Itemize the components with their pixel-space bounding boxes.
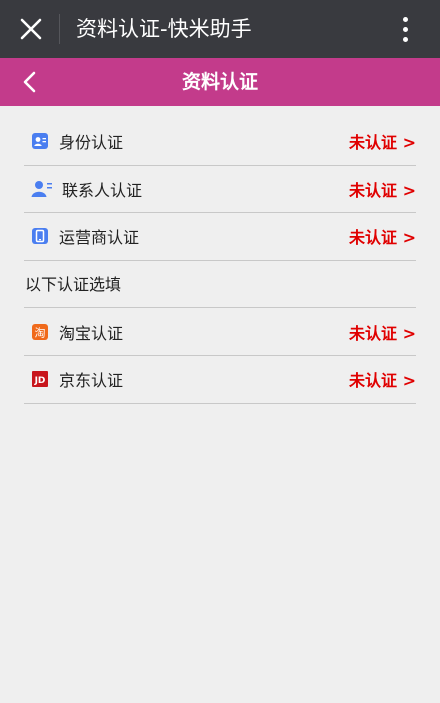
verification-list: 身份认证 未认证 > 联系人认证 未认证 > 运营商认证 未认证 > 以下认证选…	[24, 118, 416, 404]
phone-icon	[31, 227, 49, 245]
list-item-taobao[interactable]: 淘 淘宝认证 未认证 >	[24, 308, 416, 356]
status-link[interactable]: 未认证 >	[349, 367, 416, 391]
page-header: 资料认证	[0, 58, 440, 106]
list-item-label: 淘宝认证	[59, 323, 124, 343]
list-item-label: 运营商认证	[59, 228, 140, 248]
status-link[interactable]: 未认证 >	[349, 177, 416, 201]
status-link[interactable]: 未认证 >	[349, 129, 416, 153]
more-dot-icon	[402, 36, 408, 42]
jd-icon: JD	[31, 370, 49, 388]
webview-title: 资料认证-快米助手	[76, 17, 252, 41]
chevron-left-icon	[23, 71, 36, 93]
more-options-button[interactable]	[388, 12, 422, 46]
list-item-label: 联系人认证	[62, 180, 143, 200]
svg-text:JD: JD	[34, 376, 46, 386]
id-card-icon	[31, 132, 49, 150]
svg-text:淘: 淘	[35, 326, 46, 339]
more-dot-icon	[402, 26, 408, 32]
back-button[interactable]	[12, 64, 48, 100]
taobao-icon: 淘	[31, 323, 49, 341]
status-link[interactable]: 未认证 >	[349, 320, 416, 344]
close-icon	[20, 18, 42, 40]
topbar-divider	[59, 14, 60, 44]
optional-section-title: 以下认证选填	[24, 261, 416, 309]
status-link[interactable]: 未认证 >	[349, 224, 416, 248]
list-item-contacts[interactable]: 联系人认证 未认证 >	[24, 166, 416, 214]
webview-topbar: 资料认证-快米助手	[0, 0, 440, 58]
list-item-identity[interactable]: 身份认证 未认证 >	[24, 118, 416, 166]
close-button[interactable]	[14, 12, 48, 46]
contact-icon	[31, 180, 53, 198]
page-title: 资料认证	[181, 71, 258, 93]
list-item-label: 身份认证	[59, 133, 124, 153]
list-item-carrier[interactable]: 运营商认证 未认证 >	[24, 213, 416, 261]
more-dot-icon	[402, 16, 408, 22]
list-item-label: 京东认证	[59, 371, 124, 391]
list-item-jd[interactable]: JD 京东认证 未认证 >	[24, 356, 416, 404]
